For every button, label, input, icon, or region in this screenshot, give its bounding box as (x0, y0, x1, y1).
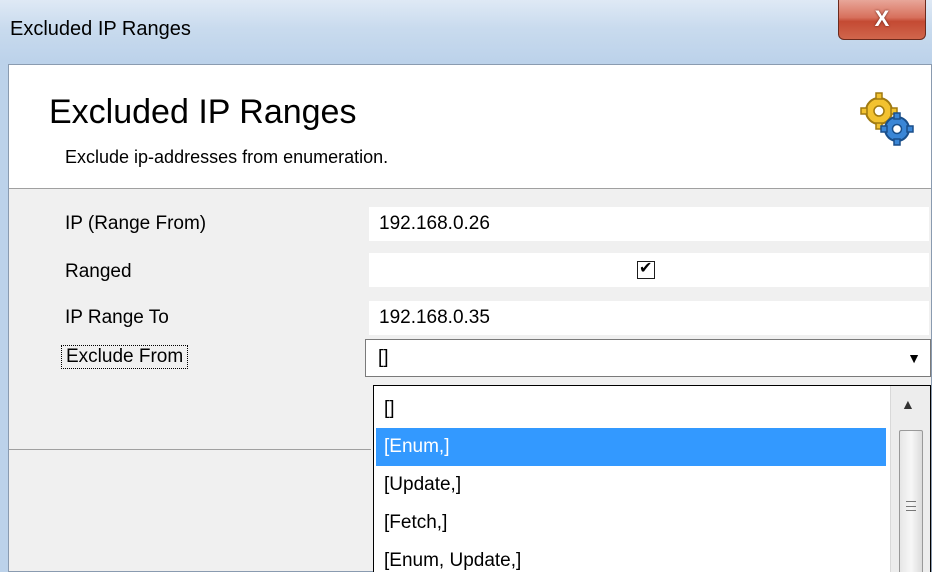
ip-range-from-label: IP (Range From) (65, 213, 207, 234)
close-icon: X (874, 6, 890, 31)
ip-range-to-field[interactable]: 192.168.0.35 (369, 301, 929, 335)
ranged-field[interactable]: ✔ (369, 253, 929, 287)
window-title: Excluded IP Ranges (10, 18, 191, 40)
grip-icon (906, 501, 916, 511)
ranged-checkbox[interactable]: ✔ (637, 260, 655, 279)
page-title: Excluded IP Ranges (49, 93, 357, 131)
dialog-header: Excluded IP Ranges Exclude ip-addresses … (9, 65, 931, 189)
ip-range-from-field[interactable]: 192.168.0.26 (369, 207, 929, 241)
divider (9, 449, 371, 450)
window-frame: Excluded IP Ranges Exclude ip-addresses … (0, 62, 932, 572)
dialog-client-area: Excluded IP Ranges Exclude ip-addresses … (8, 64, 932, 572)
dropdown-option[interactable]: [] (376, 390, 886, 428)
dropdown-option[interactable]: [Fetch,] (376, 504, 886, 542)
ip-range-to-label: IP Range To (65, 307, 169, 328)
exclude-from-combobox[interactable]: [] ▼ (365, 339, 931, 377)
scrollbar-thumb[interactable] (899, 430, 923, 572)
exclude-from-value: [] (378, 347, 389, 368)
checkmark-icon: ✔ (639, 260, 653, 277)
chevron-down-icon[interactable]: ▼ (902, 348, 926, 368)
scroll-up-icon[interactable]: ▲ (901, 396, 915, 412)
window-title-bar[interactable]: Excluded IP Ranges X (0, 0, 932, 62)
dropdown-option[interactable]: [Enum, Update,] (376, 542, 886, 572)
dropdown-option[interactable]: [Update,] (376, 466, 886, 504)
page-subtitle: Exclude ip-addresses from enumeration. (65, 147, 389, 167)
close-button[interactable]: X (838, 0, 926, 40)
gears-icon (860, 92, 914, 146)
exclude-from-label: Exclude From (61, 345, 189, 369)
dropdown-option-selected[interactable]: [Enum,] (376, 428, 886, 466)
ranged-label: Ranged (65, 261, 132, 282)
dropdown-scrollbar[interactable]: ▲ (890, 386, 930, 572)
exclude-from-dropdown-list[interactable]: [] [Enum,] [Update,] [Fetch,] [Enum, Upd… (373, 385, 931, 572)
